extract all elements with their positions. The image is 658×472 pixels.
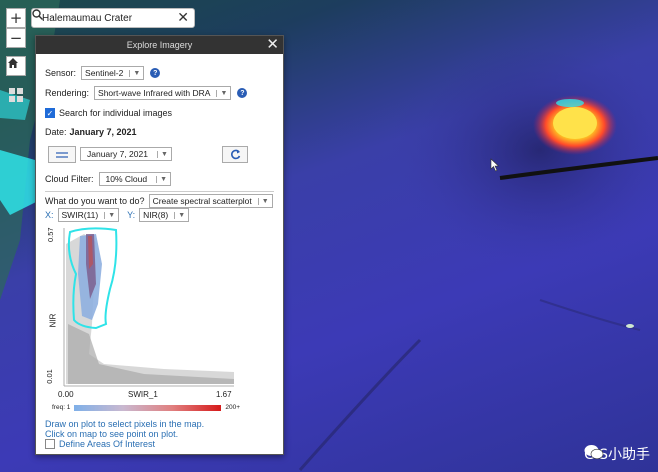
panel-title: Explore Imagery: [126, 40, 193, 50]
frequency-legend: freq: 1 200+: [52, 404, 240, 411]
slider-icon: [56, 151, 68, 158]
sensor-value: Sentinel-2: [85, 68, 124, 78]
todo-value: Create spectral scatterplot: [152, 196, 252, 206]
y-band-label: Y:: [127, 210, 136, 220]
chevron-down-icon: ▼: [156, 175, 167, 183]
todo-select[interactable]: Create spectral scatterplot ▼: [148, 194, 273, 208]
hint-click: Click on map to see point on plot.: [45, 429, 179, 439]
close-icon[interactable]: ✕: [266, 36, 279, 54]
rendering-label: Rendering:: [45, 88, 90, 98]
date-select-value: January 7, 2021: [87, 149, 148, 159]
spectral-scatterplot[interactable]: 0.57 NIR 0.01 0.00 SWIR_1 1.67 freq: 1 2…: [44, 224, 240, 416]
y-max-label: 0.57: [46, 227, 55, 242]
x-band-value: SWIR(11): [61, 210, 99, 220]
mouse-cursor-icon: [490, 158, 500, 172]
explore-imagery-panel: Explore Imagery ✕ Sensor: Sentinel-2 ▼ ?…: [35, 35, 284, 455]
search-input[interactable]: Halemaumau Crater: [42, 13, 177, 24]
chevron-down-icon: ▼: [156, 150, 168, 158]
rendering-select[interactable]: Short-wave Infrared with DRA ▼: [94, 86, 232, 100]
cloud-select[interactable]: 10% Cloud ▼: [98, 172, 172, 186]
cloud-filter-row: Cloud Filter: 10% Cloud ▼: [45, 172, 172, 186]
cloud-label: Cloud Filter:: [45, 174, 94, 184]
refresh-button[interactable]: [222, 146, 248, 163]
divider: [45, 191, 274, 192]
date-row: Date: January 7, 2021: [45, 127, 137, 137]
search-icon: [32, 9, 43, 20]
help-icon[interactable]: ?: [150, 68, 161, 78]
calendar-slider-button[interactable]: [48, 146, 76, 163]
wechat-icon: [584, 445, 604, 460]
y-axis-title: NIR: [48, 313, 58, 328]
x-axis-title: SWIR_1: [128, 390, 158, 399]
home-icon: [8, 58, 18, 68]
rendering-row: Rendering: Short-wave Infrared with DRA …: [45, 86, 248, 100]
chevron-down-icon: ▼: [104, 211, 115, 219]
y-band-value: NIR(8): [143, 210, 169, 220]
y-band-select[interactable]: NIR(8) ▼: [139, 208, 190, 222]
freq-min-label: freq: 1: [52, 404, 71, 411]
x-band-select[interactable]: SWIR(11) ▼: [57, 208, 120, 222]
date-select[interactable]: January 7, 2021 ▼: [80, 147, 172, 161]
sensor-select[interactable]: Sentinel-2 ▼: [81, 66, 145, 80]
rendering-value: Short-wave Infrared with DRA: [98, 88, 211, 98]
cloud-value: 10% Cloud: [105, 174, 148, 184]
search-individual-row[interactable]: ✓ Search for individual images: [45, 108, 172, 118]
define-aoi-checkbox[interactable]: [45, 439, 55, 449]
hint-draw: Draw on plot to select pixels in the map…: [45, 419, 205, 429]
todo-row: What do you want to do? Create spectral …: [45, 194, 273, 208]
zoom-out-button[interactable]: −: [6, 28, 26, 48]
date-label: Date:: [45, 127, 67, 137]
chevron-down-icon: ▼: [216, 89, 227, 97]
freq-max-label: 200+: [225, 404, 240, 411]
chevron-down-icon: ▼: [174, 211, 185, 219]
define-aoi-label: Define Areas Of Interest: [59, 439, 156, 449]
home-button[interactable]: [6, 56, 26, 76]
search-individual-checkbox[interactable]: ✓: [45, 108, 55, 118]
date-value: January 7, 2021: [69, 127, 137, 137]
grid-icon: [9, 88, 23, 102]
axes-row: X: SWIR(11) ▼ Y: NIR(8) ▼: [45, 208, 190, 222]
x-band-label: X:: [45, 210, 54, 220]
search-individual-label: Search for individual images: [59, 108, 173, 118]
frequency-colorbar: [74, 404, 222, 411]
x-max-label: 1.67: [216, 390, 232, 399]
chevron-down-icon: ▼: [257, 197, 269, 205]
watermark: GIS小助手: [584, 444, 650, 464]
sensor-label: Sensor:: [45, 68, 77, 78]
define-aoi-row[interactable]: Define Areas Of Interest: [45, 439, 155, 449]
scatterplot-canvas[interactable]: [44, 224, 240, 416]
search-box[interactable]: Halemaumau Crater ✕: [31, 8, 195, 28]
sensor-row: Sensor: Sentinel-2 ▼ ?: [45, 66, 161, 80]
todo-label: What do you want to do?: [45, 196, 145, 206]
y-min-label: 0.01: [44, 369, 54, 384]
x-min-label: 0.00: [58, 390, 74, 399]
clear-search-icon[interactable]: ✕: [177, 10, 189, 26]
chevron-down-icon: ▼: [129, 69, 140, 77]
refresh-icon: [230, 149, 240, 160]
zoom-in-button[interactable]: +: [6, 8, 26, 28]
panel-header: Explore Imagery ✕: [36, 36, 283, 54]
help-icon[interactable]: ?: [237, 88, 248, 98]
